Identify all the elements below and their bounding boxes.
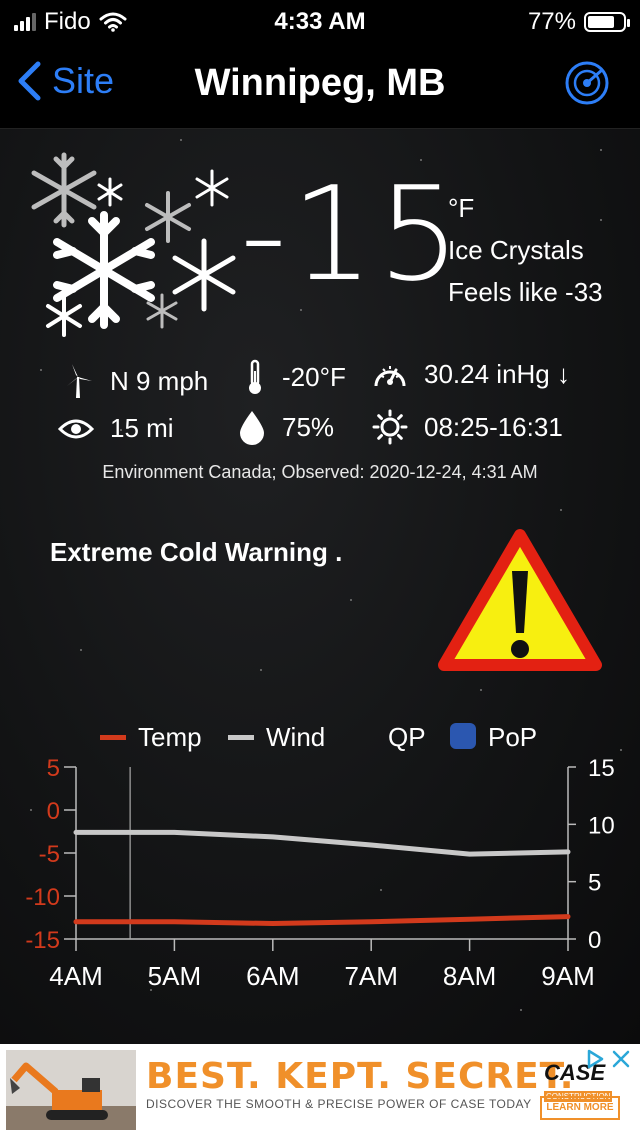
legend-temp-label: Temp xyxy=(138,722,202,752)
dewpoint-value: -20°F xyxy=(282,361,346,392)
feels-like: Feels like -33 xyxy=(448,277,603,307)
pressure-stat: 30.24 inHg ↓ xyxy=(372,359,570,390)
x-tick-label: 6AM xyxy=(246,961,299,991)
warning-triangle-icon[interactable] xyxy=(436,527,604,677)
thermometer-icon xyxy=(249,359,261,394)
x-tick-label: 9AM xyxy=(541,961,594,991)
visibility-stat: 15 mi xyxy=(58,413,174,444)
x-tick-label: 8AM xyxy=(443,961,496,991)
x-tick-label: 4AM xyxy=(49,961,102,991)
x-tick-label: 5AM xyxy=(148,961,201,991)
right-tick-label: 0 xyxy=(588,927,601,954)
humidity-value: 75% xyxy=(282,411,335,442)
chart-plot-area: 5 0 -5 -10 -15 15 10 5 0 4AM 5AM 6AM 7AM 8AM 9AM xyxy=(25,755,614,991)
visibility-value: 15 mi xyxy=(110,413,174,443)
adchoices-icon[interactable] xyxy=(584,1048,606,1070)
left-tick-label: 5 xyxy=(47,755,60,782)
status-right: 77% xyxy=(527,8,630,36)
right-tick-label: 10 xyxy=(588,812,615,839)
page-title: Winnipeg, MB xyxy=(194,62,446,104)
series-line-temp xyxy=(73,914,571,926)
nav-bar: Site Winnipeg, MB xyxy=(0,40,640,129)
left-tick-label: -10 xyxy=(25,884,60,911)
battery-percent: 77% xyxy=(527,8,576,35)
series-line-wind xyxy=(73,829,571,857)
right-tick-label: 5 xyxy=(588,870,601,897)
sun-stat: 08:25-16:31 xyxy=(372,409,563,445)
sun-times-value: 08:25-16:31 xyxy=(424,411,563,442)
x-tick-label: 7AM xyxy=(344,961,397,991)
ad-controls xyxy=(584,1048,632,1070)
dewpoint-stat: -20°F xyxy=(244,359,346,395)
excavator-image xyxy=(6,1050,136,1130)
left-tick-label: -15 xyxy=(25,927,60,954)
ad-subline: DISCOVER THE SMOOTH & PRECISE POWER OF C… xyxy=(146,1097,532,1111)
wind-stat: N 9 mph xyxy=(62,363,208,399)
left-tick-label: -5 xyxy=(39,841,60,868)
status-bar: Fido 4:33 AM 77% xyxy=(0,0,640,40)
current-temperature: -15 xyxy=(240,158,465,310)
weather-warning-text[interactable]: Extreme Cold Warning . xyxy=(50,537,342,568)
wind-value: N 9 mph xyxy=(110,365,209,396)
temperature-unit: °F xyxy=(448,193,475,223)
humidity-stat: 75% xyxy=(238,409,334,445)
legend-temp-swatch xyxy=(100,735,126,740)
wind-turbine-icon xyxy=(67,364,92,398)
pressure-value: 30.24 inHg ↓ xyxy=(424,359,570,389)
ad-learn-more-button[interactable]: LEARN MORE xyxy=(540,1096,620,1120)
eye-icon xyxy=(58,419,94,438)
legend-pop-swatch xyxy=(450,723,476,749)
legend-pop-label: PoP xyxy=(488,722,537,752)
weather-panel: -15 °F Ice Crystals Feels like -33 N 9 m… xyxy=(0,129,640,1044)
droplet-icon xyxy=(240,411,264,445)
sun-icon xyxy=(372,409,408,445)
right-tick-label: 15 xyxy=(588,755,615,782)
hourly-chart: Temp Wind QP PoP 5 0 -5 -10 -15 15 10 5 0 4AM 5AM 6… xyxy=(25,722,614,991)
legend-wind-swatch xyxy=(228,735,254,740)
battery-icon xyxy=(584,12,630,32)
close-icon[interactable] xyxy=(610,1048,632,1070)
snowflakes-icon xyxy=(31,152,236,337)
ad-banner[interactable]: BEST. KEPT. SECRET. DISCOVER THE SMOOTH … xyxy=(0,1044,640,1136)
observation-source: Environment Canada; Observed: 2020-12-24… xyxy=(102,462,538,482)
left-tick-label: 0 xyxy=(47,798,60,825)
radar-icon[interactable] xyxy=(564,60,610,106)
legend-wind-label: Wind xyxy=(266,722,325,752)
current-condition: Ice Crystals xyxy=(448,235,584,265)
gauge-icon xyxy=(374,365,406,386)
legend-qp-label: QP xyxy=(388,722,426,752)
ad-headline: BEST. KEPT. SECRET. xyxy=(146,1056,575,1097)
